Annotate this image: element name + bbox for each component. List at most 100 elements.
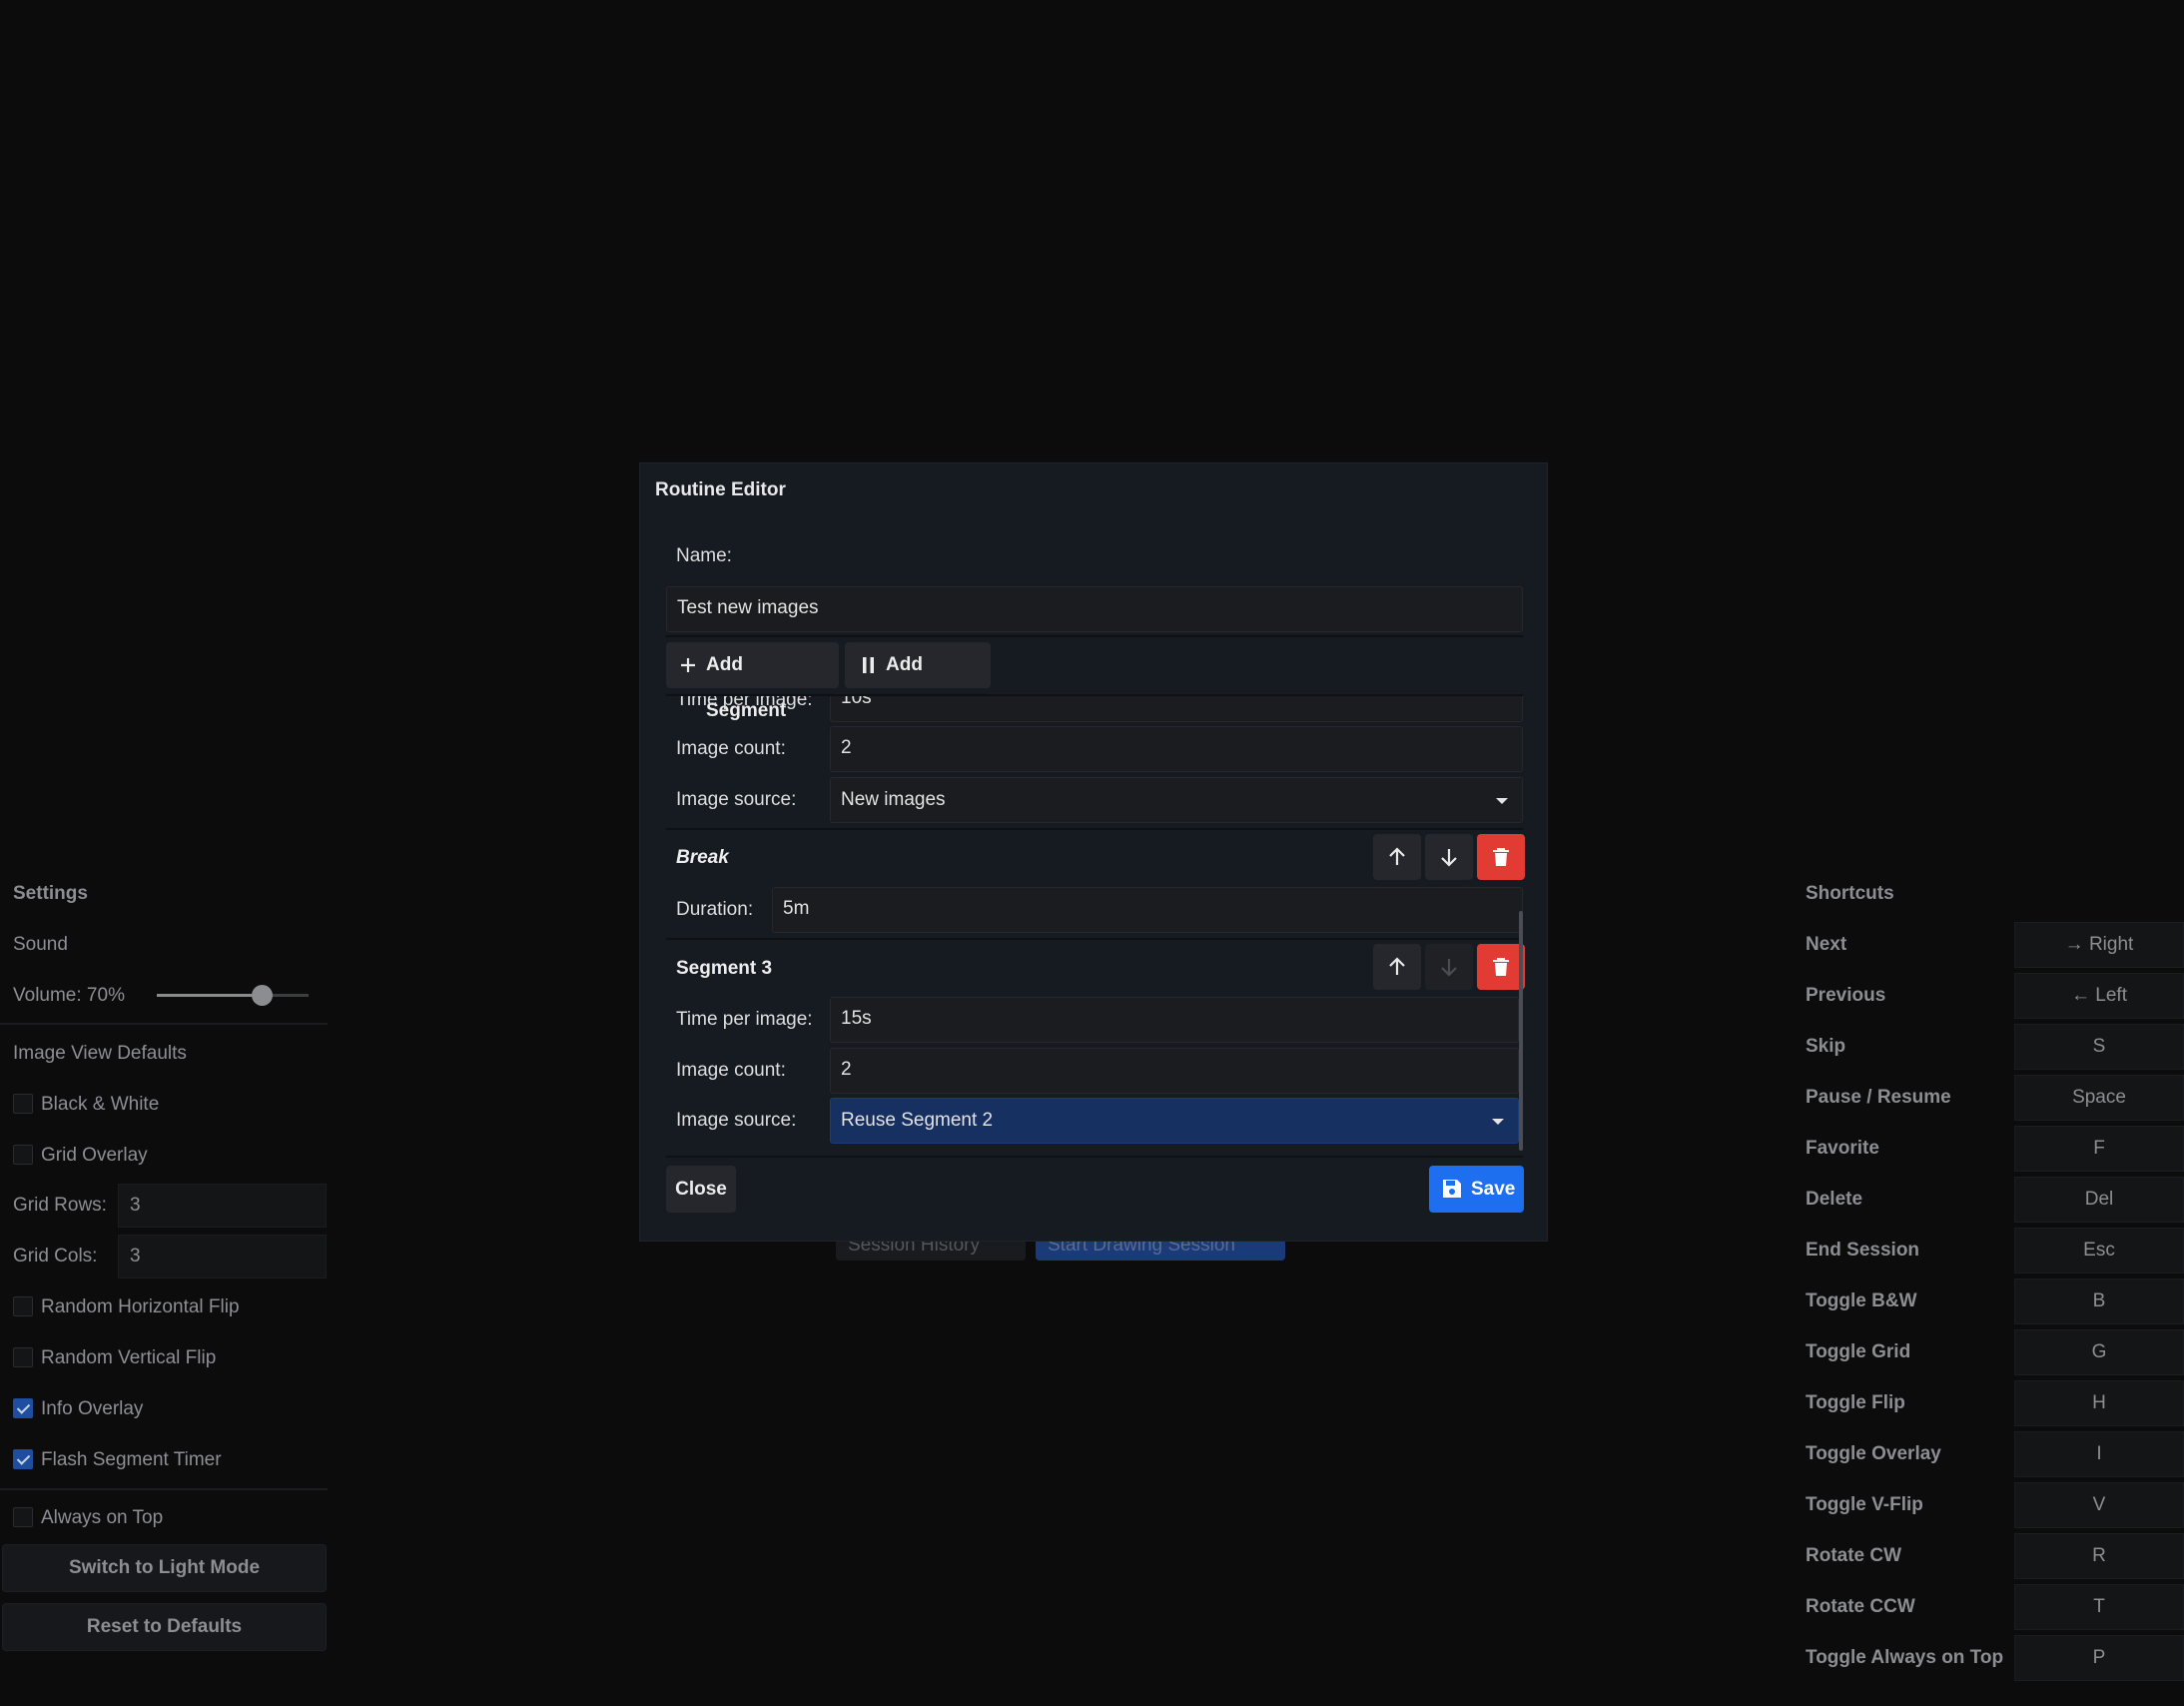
plus-icon	[681, 658, 695, 672]
shortcut-name: Previous	[1806, 985, 1886, 1006]
info-overlay-label: Info Overlay	[41, 1398, 144, 1419]
shortcut-key-field[interactable]: R	[2014, 1533, 2184, 1579]
shortcut-key-field[interactable]: Esc	[2014, 1228, 2184, 1274]
shortcuts-heading: Shortcuts	[1806, 883, 1894, 904]
shortcut-name: Rotate CW	[1806, 1545, 1902, 1566]
reset-defaults-button[interactable]: Reset to Defaults	[2, 1603, 327, 1651]
random-horizontal-flip-label: Random Horizontal Flip	[41, 1296, 240, 1317]
segment2-source-value: New images	[841, 789, 946, 810]
shortcut-key-field[interactable]: G	[2014, 1329, 2184, 1375]
shortcut-key-field[interactable]: V	[2014, 1482, 2184, 1528]
shortcut-name: Toggle Overlay	[1806, 1443, 1941, 1464]
add-break-button[interactable]: Add Break	[845, 642, 991, 721]
sound-heading: Sound	[13, 934, 68, 955]
always-on-top-label: Always on Top	[41, 1507, 164, 1528]
arrow-up-icon	[1389, 957, 1405, 975]
segment3-move-down-button[interactable]	[1425, 944, 1473, 990]
segments-scrollbar[interactable]	[1519, 911, 1523, 1151]
shortcut-key-field[interactable]: T	[2014, 1584, 2184, 1630]
image-view-defaults-heading: Image View Defaults	[13, 1043, 187, 1064]
break-duration-input[interactable]: 5m	[772, 887, 1523, 933]
segments-scroll-area[interactable]: Time per image: 10s Image count: 2 Image…	[640, 696, 1549, 1156]
divider	[666, 635, 1523, 637]
shortcut-key-field[interactable]: → Right	[2014, 922, 2184, 968]
segment2-time-input[interactable]: 10s	[830, 696, 1523, 722]
dialog-title: Routine Editor	[655, 479, 786, 500]
settings-heading: Settings	[13, 883, 88, 904]
segment2-time-label: Time per image:	[676, 696, 813, 710]
random-vertical-flip-checkbox[interactable]	[13, 1347, 33, 1367]
info-overlay-checkbox[interactable]	[13, 1398, 33, 1418]
add-segment-button[interactable]: Add Segment	[666, 642, 839, 721]
divider	[666, 938, 1523, 940]
shortcut-name: Toggle Grid	[1806, 1341, 1911, 1362]
segment3-source-value: Reuse Segment 2	[841, 1110, 994, 1131]
grid-cols-input[interactable]: 3	[118, 1235, 327, 1279]
break-duration-label: Duration:	[676, 899, 754, 920]
caret-down-icon	[1492, 1119, 1504, 1125]
volume-slider-thumb[interactable]	[252, 985, 273, 1006]
save-label: Save	[1471, 1179, 1516, 1200]
shortcut-name: Toggle Always on Top	[1806, 1647, 2004, 1668]
segment2-source-label: Image source:	[676, 789, 797, 810]
break-title: Break	[676, 847, 729, 868]
segment3-move-up-button[interactable]	[1373, 944, 1421, 990]
grid-overlay-label: Grid Overlay	[41, 1145, 148, 1166]
name-label: Name:	[676, 545, 732, 566]
grid-cols-label: Grid Cols:	[13, 1246, 98, 1267]
volume-label: Volume: 70%	[13, 985, 125, 1006]
shortcut-name: Toggle V-Flip	[1806, 1494, 1923, 1515]
shortcut-key-field[interactable]: Del	[2014, 1177, 2184, 1223]
pause-icon	[863, 657, 874, 673]
break-move-up-button[interactable]	[1373, 834, 1421, 880]
divider	[0, 1023, 328, 1025]
grid-rows-label: Grid Rows:	[13, 1195, 107, 1216]
black-white-label: Black & White	[41, 1094, 160, 1115]
shortcut-key-field[interactable]: F	[2014, 1126, 2184, 1172]
shortcut-key-field[interactable]: S	[2014, 1024, 2184, 1070]
segment3-count-label: Image count:	[676, 1060, 786, 1081]
shortcut-key-field[interactable]: P	[2014, 1635, 2184, 1681]
segment3-source-select[interactable]: Reuse Segment 2	[830, 1098, 1519, 1144]
segment3-delete-button[interactable]	[1477, 944, 1525, 990]
divider	[666, 828, 1523, 830]
save-button[interactable]: Save	[1429, 1166, 1524, 1213]
shortcut-name: End Session	[1806, 1240, 1920, 1261]
arrow-down-icon	[1441, 959, 1457, 977]
shortcut-name: Delete	[1806, 1189, 1863, 1210]
break-move-down-button[interactable]	[1425, 834, 1473, 880]
shortcut-key-field[interactable]: Space	[2014, 1075, 2184, 1121]
shortcut-name: Rotate CCW	[1806, 1596, 1915, 1617]
shortcut-key-field[interactable]: H	[2014, 1380, 2184, 1426]
arrow-down-icon	[1441, 849, 1457, 867]
close-button[interactable]: Close	[666, 1166, 736, 1213]
flash-segment-timer-checkbox[interactable]	[13, 1449, 33, 1469]
divider	[666, 1156, 1523, 1158]
black-white-checkbox[interactable]	[13, 1094, 33, 1114]
segment2-count-input[interactable]: 2	[830, 726, 1523, 772]
switch-light-mode-button[interactable]: Switch to Light Mode	[2, 1544, 327, 1592]
break-delete-button[interactable]	[1477, 834, 1525, 880]
shortcut-name: Toggle B&W	[1806, 1290, 1917, 1311]
grid-rows-input[interactable]: 3	[118, 1184, 327, 1228]
shortcut-name: Pause / Resume	[1806, 1087, 1951, 1108]
random-horizontal-flip-checkbox[interactable]	[13, 1296, 33, 1316]
shortcut-name: Skip	[1806, 1036, 1846, 1057]
segment3-time-input[interactable]: 15s	[830, 997, 1519, 1043]
shortcut-key-field[interactable]: I	[2014, 1431, 2184, 1477]
trash-icon	[1493, 848, 1509, 866]
segment2-source-select[interactable]: New images	[830, 777, 1523, 823]
always-on-top-checkbox[interactable]	[13, 1507, 33, 1527]
routine-name-input[interactable]: Test new images	[666, 586, 1523, 632]
random-vertical-flip-label: Random Vertical Flip	[41, 1347, 217, 1368]
shortcut-name: Toggle Flip	[1806, 1392, 1905, 1413]
shortcut-key-field[interactable]: ← Left	[2014, 973, 2184, 1019]
grid-overlay-checkbox[interactable]	[13, 1145, 33, 1165]
flash-segment-timer-label: Flash Segment Timer	[41, 1449, 222, 1470]
routine-editor-dialog: Routine Editor Name: Test new images Add…	[639, 462, 1548, 1242]
segment3-count-input[interactable]: 2	[830, 1048, 1519, 1094]
segment2-count-label: Image count:	[676, 738, 786, 759]
shortcut-name: Next	[1806, 934, 1847, 955]
shortcut-key-field[interactable]: B	[2014, 1279, 2184, 1324]
segment3-source-label: Image source:	[676, 1110, 797, 1131]
